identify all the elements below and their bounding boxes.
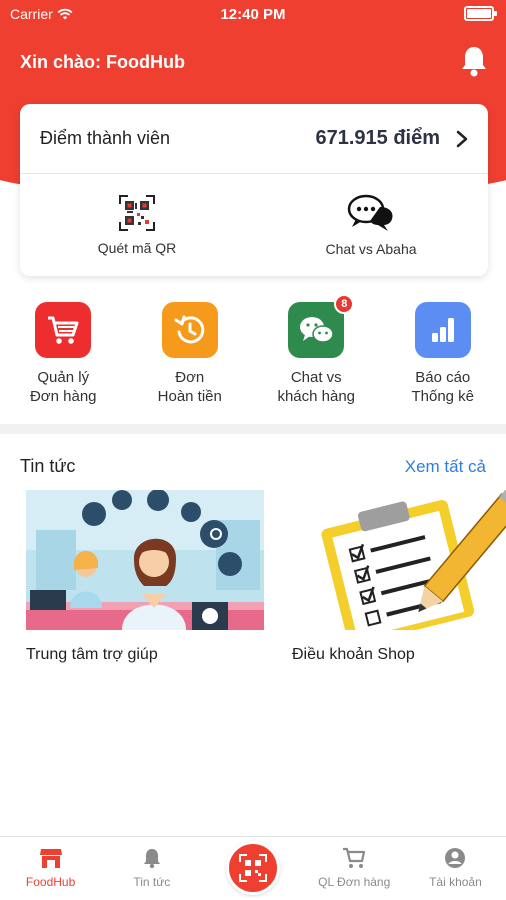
chat-bubbles-icon: [347, 194, 393, 231]
chat-abaha-label: Chat vs Abaha: [325, 240, 417, 257]
scan-qr-button[interactable]: Quét mã QR: [20, 174, 254, 275]
tab-order-management[interactable]: QL Đơn hàng: [304, 837, 405, 900]
tab-account[interactable]: Tài khoản: [405, 837, 506, 900]
account-icon: [445, 848, 466, 868]
feature-refund-orders[interactable]: Đơn Hoàn tiền: [127, 302, 254, 406]
tab-news-label: Tin tức: [133, 875, 171, 889]
tab-news[interactable]: Tin tức: [101, 837, 202, 900]
qr-scan-icon: [239, 854, 267, 882]
shopping-cart-icon: [48, 316, 79, 344]
status-bar: Carrier 12:40 PM: [0, 0, 506, 28]
bar-chart-icon: [431, 318, 454, 342]
feature-reports-label: Báo cáo Thống kê: [411, 369, 475, 405]
feature-chat-customers[interactable]: 8 Chat vs khách hàng: [253, 294, 380, 406]
member-card: Điểm thành viên 671.915 điểm Quét mã QR: [20, 104, 488, 276]
news-caption-help-center: Trung tâm trợ giúp: [26, 646, 158, 663]
chat-unread-badge: 8: [334, 294, 355, 314]
news-section-title: Tin tức: [20, 456, 76, 476]
tab-order-management-label: QL Đơn hàng: [318, 875, 391, 889]
refund-icon: [174, 315, 205, 344]
feature-shortcuts: Quản lý Đơn hàng Đơn Hoàn tiền 8 Chat vs…: [0, 294, 506, 406]
news-item-shop-terms[interactable]: Điều khoản Shop: [292, 490, 506, 664]
feature-order-management[interactable]: Quản lý Đơn hàng: [0, 302, 127, 406]
feature-chat-label: Chat vs khách hàng: [277, 369, 356, 405]
cart-icon: [343, 847, 366, 868]
feature-order-label: Quản lý Đơn hàng: [29, 369, 97, 405]
points-value: 671.915 điểm: [315, 127, 440, 149]
points-label: Điểm thành viên: [40, 128, 171, 148]
battery-icon: [464, 6, 497, 21]
chevron-right-icon: [456, 130, 468, 147]
section-divider: [0, 424, 506, 434]
wechat-icon: [300, 317, 334, 343]
feature-reports-tile: [414, 302, 471, 358]
feature-refund-label: Đơn Hoàn tiền: [157, 369, 222, 405]
feature-reports[interactable]: Báo cáo Thống kê: [380, 302, 506, 406]
bottom-tab-bar: FoodHub Tin tức QL Đơn hàng Tài khoản: [0, 836, 506, 900]
shop-terms-illustration: [292, 490, 506, 630]
chat-abaha-button[interactable]: Chat vs Abaha: [254, 174, 488, 275]
notification-bell-icon[interactable]: [458, 44, 490, 78]
tab-account-label: Tài khoản: [429, 875, 482, 889]
tab-scan[interactable]: [202, 837, 303, 900]
store-icon: [39, 849, 62, 868]
scan-qr-fab[interactable]: [226, 841, 280, 895]
status-time: 12:40 PM: [220, 6, 286, 23]
feature-chat-tile: 8: [288, 294, 355, 358]
feature-order-tile: [35, 302, 92, 358]
see-all-news-link[interactable]: Xem tất cả: [405, 457, 486, 477]
tab-foodhub[interactable]: FoodHub: [0, 837, 101, 900]
bell-icon: [143, 849, 160, 869]
news-caption-shop-terms: Điều khoản Shop: [292, 646, 415, 663]
qr-code-icon: [119, 194, 155, 231]
news-item-help-center[interactable]: Trung tâm trợ giúp: [26, 490, 264, 664]
scan-qr-label: Quét mã QR: [97, 239, 177, 256]
help-center-illustration: [26, 490, 264, 630]
feature-refund-tile: [161, 302, 218, 358]
tab-foodhub-label: FoodHub: [25, 875, 76, 889]
greeting-title: Xin chào: FoodHub: [20, 52, 185, 72]
member-points-row[interactable]: Điểm thành viên 671.915 điểm: [20, 104, 488, 174]
